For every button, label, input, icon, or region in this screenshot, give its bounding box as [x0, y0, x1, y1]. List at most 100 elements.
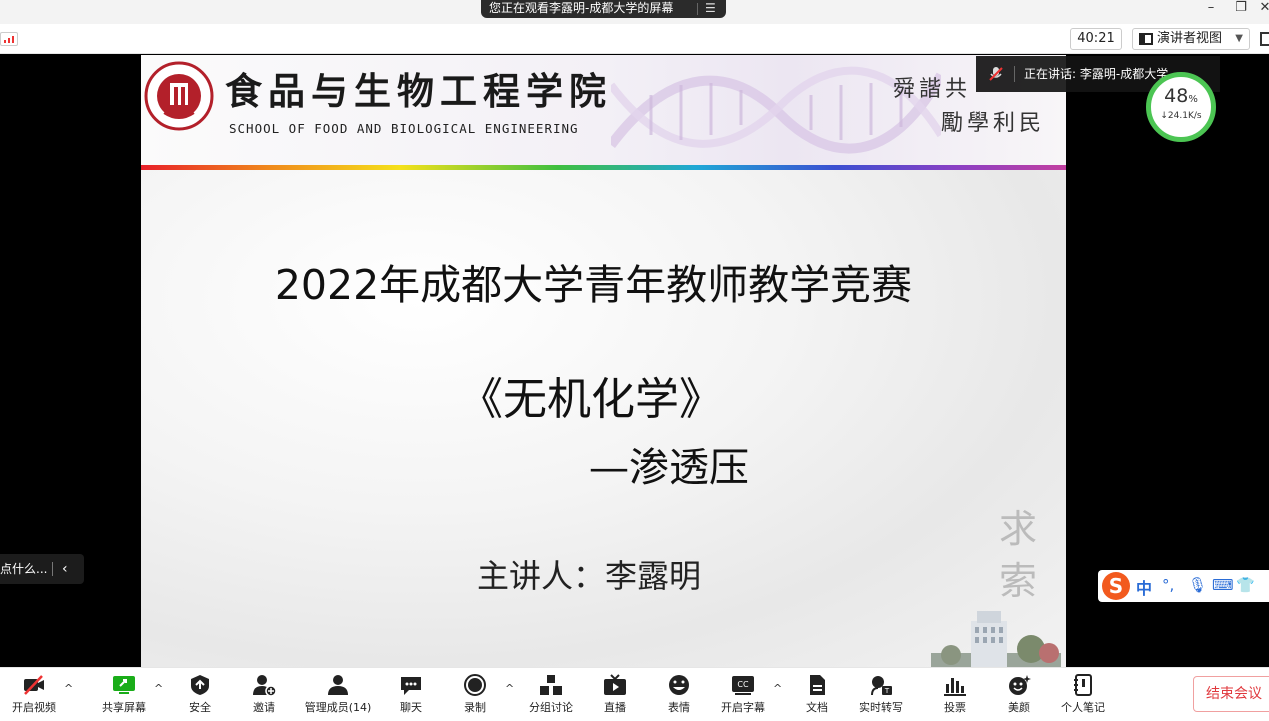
menu-icon[interactable]: ☰	[705, 0, 716, 16]
chat-hint-divider	[52, 562, 53, 576]
meeting-top-toolbar: 40:21 演讲者视图 ▼	[0, 24, 1269, 54]
minimize-button[interactable]: –	[1196, 0, 1226, 18]
svg-text:T: T	[884, 687, 890, 695]
invite-label: 邀请	[253, 701, 275, 714]
ime-toolbar[interactable]: S 中 °, 🎙 ⌨ 👕	[1098, 570, 1269, 602]
college-name: 食品与生物工程学院	[225, 69, 612, 113]
chat-quick-input[interactable]: 点什么... ‹	[0, 554, 84, 584]
chat-bubble-icon	[401, 677, 421, 695]
meeting-timer: 40:21	[1070, 28, 1122, 50]
live-stream-label: 直播	[604, 701, 626, 714]
manage-members-label: 管理成员(14)	[304, 701, 372, 714]
presenter-view-label: 演讲者视图	[1157, 31, 1223, 46]
university-seal-logo	[144, 61, 214, 131]
breakout-rooms-button[interactable]: 分组讨论	[519, 672, 583, 720]
start-video-button[interactable]: 开启视频	[2, 672, 66, 720]
personal-notes-button[interactable]: 个人笔记	[1051, 672, 1115, 720]
breakout-rooms-label: 分组讨论	[529, 701, 573, 714]
network-percent: 48%	[1164, 85, 1198, 107]
closed-captions-icon: CC	[732, 676, 754, 695]
breakout-rooms-icon	[540, 675, 562, 695]
poll-chart-icon	[944, 678, 966, 696]
screen-share-banner-text: 您正在观看李露明-成都大学的屏幕	[489, 1, 674, 15]
share-screen-button[interactable]: 共享屏幕	[92, 672, 156, 720]
fullscreen-icon[interactable]	[1260, 32, 1269, 46]
record-label: 录制	[464, 701, 486, 714]
sogou-ime-icon[interactable]: S	[1102, 572, 1130, 600]
chat-label: 聊天	[400, 701, 422, 714]
chevron-down-icon: ▼	[1235, 33, 1243, 44]
beauty-filter-button[interactable]: 美颜	[987, 672, 1051, 720]
video-off-icon	[24, 675, 44, 695]
reactions-button[interactable]: 表情	[647, 672, 711, 720]
college-name-english: SCHOOL OF FOOD AND BIOLOGICAL ENGINEERIN…	[229, 121, 579, 136]
network-download-speed: ↓24.1K/s	[1160, 111, 1202, 121]
meeting-control-bar: 开启视频 ^ 共享屏幕 ^ 安全 邀请 管理成员(14) 聊天 录制 ^ 分组讨…	[0, 667, 1269, 721]
start-video-label: 开启视频	[12, 701, 56, 714]
chevron-left-icon[interactable]: ‹	[62, 554, 68, 584]
captions-button[interactable]: CC 开启字幕	[711, 672, 775, 720]
live-transcription-label: 实时转写	[859, 701, 903, 714]
motto-line-1: 舜諧共	[893, 77, 972, 102]
transcription-icon: T	[871, 676, 892, 696]
end-meeting-button[interactable]: 结束会议	[1193, 676, 1269, 712]
microphone-icon[interactable]: 🎙	[1188, 576, 1207, 594]
svg-text:CC: CC	[737, 680, 749, 689]
presenter-view-dropdown[interactable]: 演讲者视图 ▼	[1132, 28, 1250, 50]
document-icon	[810, 675, 825, 695]
skin-icon[interactable]: 👕	[1236, 576, 1255, 594]
calligraphy-decoration: 求索	[999, 507, 1038, 603]
security-button[interactable]: 安全	[168, 672, 232, 720]
beauty-filter-label: 美颜	[1008, 701, 1030, 714]
documents-button[interactable]: 文档	[785, 672, 849, 720]
captions-options-chevron-up-icon[interactable]: ^	[773, 682, 782, 695]
record-button[interactable]: 录制	[443, 672, 507, 720]
title-bar: 您正在观看李露明-成都大学的屏幕 ☰ – ❐ ✕	[0, 0, 1269, 24]
video-options-chevron-up-icon[interactable]: ^	[64, 682, 73, 695]
punctuation-icon[interactable]: °,	[1162, 576, 1174, 594]
personal-notes-label: 个人笔记	[1061, 701, 1105, 714]
shield-icon	[191, 675, 209, 695]
slide-speaker: 主讲人：李露明	[477, 557, 702, 595]
slide-header: 食品与生物工程学院 SCHOOL OF FOOD AND BIOLOGICAL …	[141, 55, 1066, 166]
invite-button[interactable]: 邀请	[232, 672, 296, 720]
dna-helix-decoration	[611, 66, 941, 154]
reactions-label: 表情	[668, 701, 690, 714]
captions-label: 开启字幕	[721, 701, 765, 714]
security-label: 安全	[189, 701, 211, 714]
beauty-face-icon	[1009, 675, 1031, 695]
smiley-icon	[669, 675, 689, 695]
meeting-window: 您正在观看李露明-成都大学的屏幕 ☰ – ❐ ✕ 40:21 演讲者视图 ▼ 食…	[0, 0, 1269, 721]
screen-share-banner[interactable]: 您正在观看李露明-成都大学的屏幕 ☰	[481, 0, 726, 18]
documents-label: 文档	[806, 701, 828, 714]
rainbow-divider	[141, 165, 1066, 170]
speaker-bar-divider	[1014, 66, 1015, 82]
live-transcription-button[interactable]: T 实时转写	[849, 672, 913, 720]
members-icon	[328, 675, 348, 695]
motto-line-2: 勵學利民	[941, 111, 1046, 136]
mic-muted-icon	[989, 67, 1003, 81]
live-stream-button[interactable]: 直播	[583, 672, 647, 720]
manage-members-button[interactable]: 管理成员(14)	[300, 672, 376, 720]
presenter-view-icon	[1139, 33, 1153, 45]
keyboard-icon[interactable]: ⌨	[1212, 576, 1234, 594]
record-options-chevron-up-icon[interactable]: ^	[505, 682, 514, 695]
live-stream-icon	[604, 674, 626, 695]
slide-title: 2022年成都大学青年教师教学竞赛	[274, 261, 913, 309]
signal-strength-icon[interactable]	[0, 32, 18, 46]
network-speed-gauge[interactable]: 48% ↓24.1K/s	[1146, 72, 1216, 142]
shared-slide: 食品与生物工程学院 SCHOOL OF FOOD AND BIOLOGICAL …	[141, 55, 1066, 667]
ime-chinese-mode[interactable]: 中	[1136, 575, 1152, 599]
share-screen-label: 共享屏幕	[102, 701, 146, 714]
chat-button[interactable]: 聊天	[379, 672, 443, 720]
vote-button[interactable]: 投票	[923, 672, 987, 720]
record-icon	[464, 674, 486, 696]
chat-hint-text: 点什么...	[0, 562, 48, 576]
close-button[interactable]: ✕	[1250, 0, 1269, 18]
slide-subject: 《无机化学》	[459, 374, 723, 425]
slide-topic: —渗透压	[589, 445, 749, 491]
notebook-icon	[1074, 674, 1092, 696]
share-screen-icon	[113, 676, 135, 694]
campus-building-image	[931, 611, 1061, 667]
share-options-chevron-up-icon[interactable]: ^	[154, 682, 163, 695]
